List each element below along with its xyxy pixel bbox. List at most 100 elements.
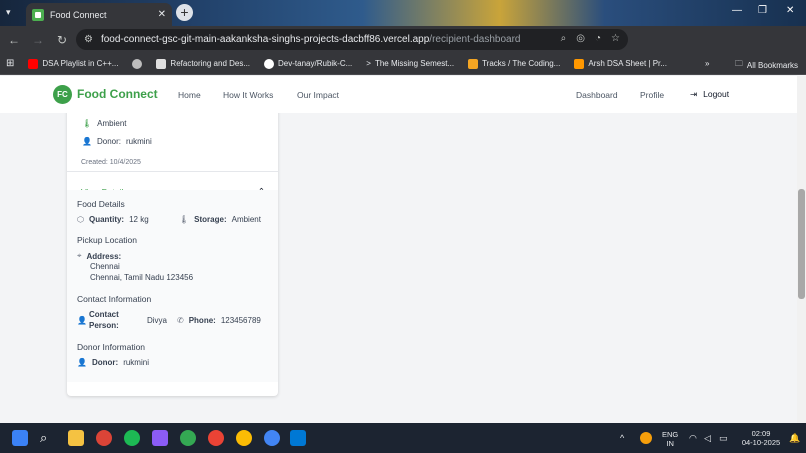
- battery-icon[interactable]: ▭: [719, 433, 728, 444]
- minimize-icon[interactable]: —: [732, 5, 742, 16]
- arsh-icon: [574, 58, 585, 69]
- apps-grid-icon[interactable]: ⊞: [6, 58, 14, 69]
- eye-off-icon[interactable]: ◎: [576, 33, 585, 44]
- file-explorer-icon[interactable]: [68, 430, 84, 446]
- notification-bell-icon[interactable]: 🔔: [789, 433, 800, 444]
- nav-our-impact[interactable]: Our Impact: [297, 90, 339, 100]
- donor-info-row: 👤 Donor: rukmini: [77, 358, 149, 367]
- browser-tab-strip: ▾ Food Connect ✕ + — ❐ ✕: [0, 0, 806, 26]
- new-tab-button[interactable]: +: [176, 4, 193, 21]
- quantity-row: ⬡ Quantity: 12 kg: [77, 215, 149, 224]
- address-row: ⌖ Address:: [77, 251, 122, 261]
- phone-row: ✆ Phone: 123456789: [177, 316, 261, 325]
- storage-summary: 🌡 Ambient: [82, 119, 127, 128]
- chrome-profile-icon[interactable]: [208, 430, 224, 446]
- logout-icon: ⇥: [690, 89, 698, 99]
- pickup-location-heading: Pickup Location: [77, 235, 138, 245]
- created-date: Created: 10/4/2025: [81, 159, 141, 166]
- codingtracks-icon: [468, 58, 479, 69]
- tab-search-icon[interactable]: ▾: [6, 7, 11, 18]
- divider: [67, 171, 278, 172]
- browser-toolbar: ← → ↻ ⚙ food-connect-gsc-git-main-aakank…: [0, 26, 806, 71]
- thermometer-icon: 🌡: [179, 215, 190, 224]
- close-window-icon[interactable]: ✕: [786, 5, 794, 16]
- globe-icon: [132, 58, 143, 69]
- address-line-2: Chennai, Tamil Nadu 123456: [90, 273, 194, 282]
- youtube-icon: [28, 58, 39, 69]
- contact-person-value: Divya: [147, 316, 168, 325]
- url-text: food-connect-gsc-git-main-aakanksha-sing…: [100, 34, 521, 45]
- volume-icon[interactable]: ◁: [704, 433, 711, 444]
- brand-name[interactable]: Food Connect: [77, 87, 158, 101]
- logout-button[interactable]: ⇥ Logout: [690, 89, 729, 100]
- bookmark-item[interactable]: DSA Playlist in C++...: [28, 58, 118, 69]
- all-bookmarks-button[interactable]: 🗀 All Bookmarks: [735, 58, 798, 72]
- contact-info-heading: Contact Information: [77, 294, 152, 304]
- map-pin-icon: ⌖: [77, 251, 82, 260]
- terminal-icon: >: [366, 59, 371, 68]
- address-line-1: Chennai: [90, 262, 120, 271]
- thermometer-icon: 🌡: [82, 119, 93, 128]
- wifi-icon[interactable]: ◠: [689, 433, 697, 444]
- bookmarks-bar: ⊞ DSA Playlist in C++... Refactoring and…: [0, 53, 806, 75]
- contact-person-icon-wrap: 👤: [77, 316, 87, 325]
- page-scrollbar[interactable]: [797, 76, 806, 423]
- search-icon[interactable]: ⌕: [561, 33, 567, 44]
- app-header: FC Food Connect Home How It Works Our Im…: [0, 76, 797, 113]
- donor-summary: 👤 Donor: rukmini: [82, 137, 152, 146]
- reload-icon[interactable]: ↻: [50, 33, 74, 47]
- logo-badge[interactable]: FC: [53, 85, 72, 104]
- bookmark-item[interactable]: Refactoring and Des...: [156, 58, 250, 69]
- github-icon: [264, 58, 275, 69]
- windows-start-icon[interactable]: [12, 430, 28, 446]
- address-bar[interactable]: ⚙ food-connect-gsc-git-main-aakanksha-si…: [76, 29, 628, 50]
- user-icon: 👤: [77, 316, 87, 325]
- chrome-profile-icon[interactable]: [236, 430, 252, 446]
- donation-card: 🌡 Ambient 👤 Donor: rukmini Created: 10/4…: [67, 113, 278, 396]
- language-indicator[interactable]: ENG IN: [662, 430, 678, 448]
- bookmark-item[interactable]: Tracks / The Coding...: [468, 58, 560, 69]
- forward-arrow-icon[interactable]: →: [26, 33, 50, 47]
- nav-home[interactable]: Home: [178, 90, 201, 100]
- bookmark-item[interactable]: Arsh DSA Sheet | Pr...: [574, 58, 667, 69]
- spotify-icon[interactable]: [124, 430, 140, 446]
- nav-dashboard[interactable]: Dashboard: [576, 90, 618, 100]
- vscode-icon[interactable]: [290, 430, 306, 446]
- tab-close-icon[interactable]: ✕: [158, 9, 166, 20]
- tab-favicon: [32, 8, 44, 21]
- user-icon: 👤: [82, 137, 92, 146]
- dashboard-content: 🌡 Ambient 👤 Donor: rukmini Created: 10/4…: [0, 113, 797, 423]
- user-icon: 👤: [77, 358, 87, 367]
- bookmark-item[interactable]: > The Missing Semest...: [366, 59, 454, 68]
- maximize-icon[interactable]: ❐: [758, 5, 767, 16]
- nav-how-it-works[interactable]: How It Works: [223, 90, 273, 100]
- windows-taskbar: ⌕ ^ ENG IN ◠ ◁ ▭ 02:09 04-10-2025 🔔: [0, 423, 806, 453]
- details-panel: Food Details ⬡ Quantity: 12 kg 🌡 Storage…: [67, 190, 278, 382]
- site-info-icon[interactable]: ⚙: [84, 34, 93, 45]
- contact-person-label-2: Person:: [89, 321, 119, 330]
- bookmarks-overflow-icon[interactable]: »: [705, 59, 709, 68]
- chrome-profile-icon[interactable]: [264, 430, 280, 446]
- folder-icon: 🗀: [734, 59, 743, 68]
- bookmark-item[interactable]: [132, 58, 143, 69]
- performance-icon[interactable]: ◔: [595, 33, 601, 44]
- storage-row: 🌡 Storage: Ambient: [179, 215, 261, 224]
- copilot-icon[interactable]: [152, 430, 168, 446]
- clock[interactable]: 02:09 04-10-2025: [738, 429, 784, 447]
- food-details-heading: Food Details: [77, 199, 125, 209]
- chrome-profile-icon[interactable]: [180, 430, 196, 446]
- phone-icon: ✆: [177, 316, 184, 325]
- back-arrow-icon[interactable]: ←: [2, 33, 26, 47]
- bookmark-item[interactable]: Dev-tanay/Rubik-C...: [264, 58, 352, 69]
- chrome-icon[interactable]: [96, 430, 112, 446]
- star-icon[interactable]: ☆: [611, 33, 620, 44]
- search-icon[interactable]: ⌕: [40, 430, 56, 446]
- contact-person-label-1: Contact: [89, 310, 119, 319]
- tray-app-icon[interactable]: [640, 432, 652, 444]
- scrollbar-thumb[interactable]: [798, 189, 805, 299]
- tab-title: Food Connect: [50, 9, 107, 20]
- refactoring-icon: [156, 58, 167, 69]
- nav-profile[interactable]: Profile: [640, 90, 664, 100]
- browser-tab[interactable]: Food Connect ✕: [26, 3, 172, 26]
- tray-chevron-icon[interactable]: ^: [620, 433, 624, 443]
